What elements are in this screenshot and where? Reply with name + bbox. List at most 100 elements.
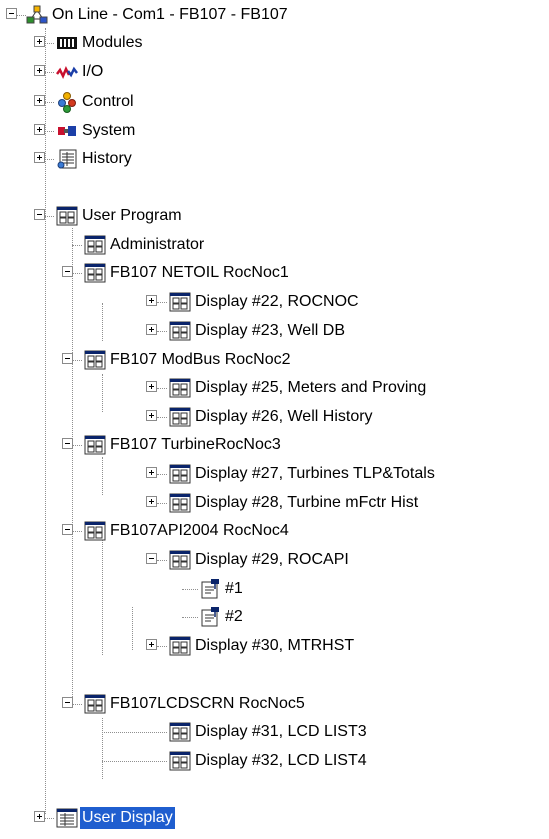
- tree-row-display-28[interactable]: Display #28, Turbine mFctr Hist: [0, 489, 549, 517]
- history-icon: [57, 149, 77, 169]
- tree-label-display-26[interactable]: Display #26, Well History: [193, 406, 375, 428]
- program-grid-icon: [169, 378, 191, 398]
- tree-label-display-29[interactable]: Display #29, ROCAPI: [193, 549, 351, 571]
- expand-toggle[interactable]: [34, 36, 45, 47]
- tree-row-system[interactable]: System: [0, 117, 549, 145]
- tree-label-api2004[interactable]: FB107API2004 RocNoc4: [108, 520, 291, 542]
- program-grid-icon: [169, 550, 191, 570]
- program-grid-icon: [169, 751, 191, 771]
- program-grid-icon: [169, 722, 191, 742]
- tree-connector: [17, 15, 26, 16]
- tree-row-display-30[interactable]: Display #30, MTRHST: [0, 632, 549, 660]
- tree-row-turbine[interactable]: FB107 TurbineRocNoc3: [0, 431, 549, 459]
- expand-toggle[interactable]: [146, 381, 157, 392]
- tree-row-modules[interactable]: Modules: [0, 29, 549, 57]
- program-grid-icon: [169, 636, 191, 656]
- tree-label-point-2[interactable]: #2: [223, 606, 245, 628]
- tree-row-point-1[interactable]: #1: [0, 575, 549, 603]
- tree-label-display-27[interactable]: Display #27, Turbines TLP&Totals: [193, 463, 437, 485]
- tree-row-history[interactable]: History: [0, 145, 549, 173]
- tree-row-user-program[interactable]: User Program: [0, 202, 549, 230]
- collapse-toggle[interactable]: [6, 8, 17, 19]
- tree-label-display-32[interactable]: Display #32, LCD LIST4: [193, 750, 369, 772]
- tree-label-display-23[interactable]: Display #23, Well DB: [193, 320, 347, 342]
- tree-row-io[interactable]: I/O: [0, 58, 549, 86]
- tree-label-system[interactable]: System: [80, 120, 137, 142]
- collapse-toggle[interactable]: [62, 266, 73, 277]
- tree-row-display-32[interactable]: Display #32, LCD LIST4: [0, 747, 549, 775]
- tree-label-user-program[interactable]: User Program: [80, 205, 184, 227]
- expand-toggle[interactable]: [34, 152, 45, 163]
- tree-label-modules[interactable]: Modules: [80, 32, 144, 54]
- tree-row-display-22[interactable]: Display #22, ROCNOC: [0, 288, 549, 316]
- network-icon: [26, 5, 48, 24]
- tree-row-display-27[interactable]: Display #27, Turbines TLP&Totals: [0, 460, 549, 488]
- tree-row-api2004[interactable]: FB107API2004 RocNoc4: [0, 517, 549, 545]
- program-grid-icon: [84, 435, 106, 455]
- program-grid-icon: [56, 206, 78, 226]
- program-grid-icon: [169, 464, 191, 484]
- tree-row-display-29[interactable]: Display #29, ROCAPI: [0, 546, 549, 574]
- expand-toggle[interactable]: [146, 324, 157, 335]
- tree-connector: [157, 503, 167, 504]
- tree-label-point-1[interactable]: #1: [223, 578, 245, 600]
- tree-connector: [182, 617, 198, 618]
- program-grid-icon: [84, 350, 106, 370]
- collapse-toggle[interactable]: [34, 209, 45, 220]
- tree-row-administrator[interactable]: Administrator: [0, 231, 549, 259]
- expand-toggle[interactable]: [146, 467, 157, 478]
- tree-label-netoil[interactable]: FB107 NETOIL RocNoc1: [108, 262, 291, 284]
- tree-row-lcdscrn[interactable]: FB107LCDSCRN RocNoc5: [0, 690, 549, 718]
- tree-label-display-28[interactable]: Display #28, Turbine mFctr Hist: [193, 492, 420, 514]
- configuration-tree[interactable]: On Line - Com1 - FB107 - FB107 Modules I…: [0, 0, 549, 839]
- tree-row-netoil[interactable]: FB107 NETOIL RocNoc1: [0, 259, 549, 287]
- expand-toggle[interactable]: [34, 95, 45, 106]
- program-grid-icon: [169, 407, 191, 427]
- tree-connector: [45, 818, 54, 819]
- system-icon: [58, 126, 76, 136]
- expand-toggle[interactable]: [146, 295, 157, 306]
- tree-row-modbus[interactable]: FB107 ModBus RocNoc2: [0, 346, 549, 374]
- tree-connector: [73, 704, 82, 705]
- collapse-toggle[interactable]: [62, 524, 73, 535]
- expand-toggle[interactable]: [146, 410, 157, 421]
- tree-label-display-22[interactable]: Display #22, ROCNOC: [193, 291, 361, 313]
- collapse-toggle[interactable]: [62, 353, 73, 364]
- tree-row-display-23[interactable]: Display #23, Well DB: [0, 317, 549, 345]
- tree-row-display-25[interactable]: Display #25, Meters and Proving: [0, 374, 549, 402]
- collapse-toggle[interactable]: [62, 697, 73, 708]
- tree-connector: [45, 72, 54, 73]
- tree-row-point-2[interactable]: #2: [0, 603, 549, 631]
- tree-label-administrator[interactable]: Administrator: [108, 234, 206, 256]
- tree-row-control[interactable]: Control: [0, 88, 549, 116]
- expand-toggle[interactable]: [146, 496, 157, 507]
- tree-label-turbine[interactable]: FB107 TurbineRocNoc3: [108, 434, 283, 456]
- tree-label-user-display[interactable]: User Display: [80, 807, 175, 829]
- tree-label-control[interactable]: Control: [80, 91, 136, 113]
- tree-label-root[interactable]: On Line - Com1 - FB107 - FB107: [50, 4, 290, 26]
- expand-toggle[interactable]: [146, 639, 157, 650]
- collapse-toggle[interactable]: [146, 553, 157, 564]
- collapse-toggle[interactable]: [62, 438, 73, 449]
- tree-connector: [102, 761, 167, 762]
- tree-label-lcdscrn[interactable]: FB107LCDSCRN RocNoc5: [108, 693, 307, 715]
- tree-row-root[interactable]: On Line - Com1 - FB107 - FB107: [0, 1, 549, 29]
- tree-connector: [157, 474, 167, 475]
- tree-connector: [102, 732, 167, 733]
- program-grid-icon: [84, 694, 106, 714]
- expand-toggle[interactable]: [34, 811, 45, 822]
- tree-label-display-25[interactable]: Display #25, Meters and Proving: [193, 377, 428, 399]
- tree-row-user-display[interactable]: User Display: [0, 804, 549, 832]
- io-icon: [56, 66, 78, 79]
- tree-label-io[interactable]: I/O: [80, 61, 105, 83]
- expand-toggle[interactable]: [34, 124, 45, 135]
- tree-label-display-30[interactable]: Display #30, MTRHST: [193, 635, 356, 657]
- tree-connector: [73, 360, 82, 361]
- tree-label-modbus[interactable]: FB107 ModBus RocNoc2: [108, 349, 293, 371]
- expand-toggle[interactable]: [34, 65, 45, 76]
- tree-label-display-31[interactable]: Display #31, LCD LIST3: [193, 721, 369, 743]
- tree-row-display-26[interactable]: Display #26, Well History: [0, 403, 549, 431]
- program-grid-icon: [169, 321, 191, 341]
- tree-row-display-31[interactable]: Display #31, LCD LIST3: [0, 718, 549, 746]
- tree-label-history[interactable]: History: [80, 148, 134, 170]
